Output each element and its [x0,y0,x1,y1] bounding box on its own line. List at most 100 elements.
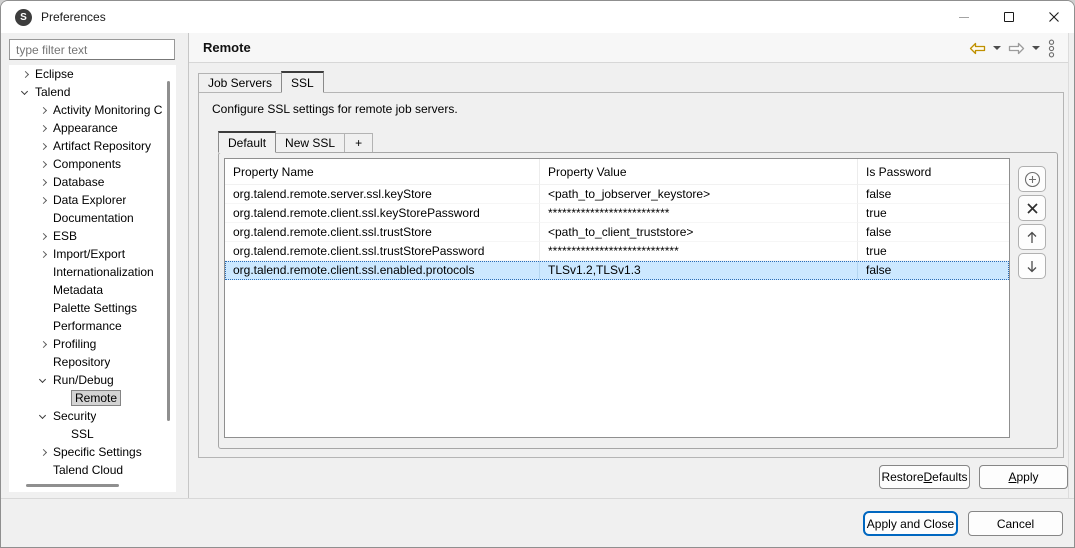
tree-item-activity-monitoring-c[interactable]: Activity Monitoring C [9,101,176,119]
table-row[interactable]: org.talend.remote.client.ssl.enabled.pro… [225,261,1009,280]
tree-item-repository[interactable]: Repository [9,353,176,371]
move-up-button[interactable] [1018,224,1046,250]
tree-item-metadata[interactable]: Metadata [9,281,176,299]
chevron-down-icon[interactable] [39,412,48,421]
tree-item-documentation[interactable]: Documentation [9,209,176,227]
table-header-row: Property Name Property Value Is Password [225,159,1009,185]
table-row[interactable]: org.talend.remote.client.ssl.trustStoreP… [225,242,1009,261]
tree-item-internationalization[interactable]: Internationalization [9,263,176,281]
table-cell: org.talend.remote.client.ssl.enabled.pro… [225,261,540,280]
tree-item-profiling[interactable]: Profiling [9,335,176,353]
talend-logo-icon: S [15,9,32,26]
forward-arrow-icon[interactable] [1008,42,1025,55]
tree-item-palette-settings[interactable]: Palette Settings [9,299,176,317]
table-cell: ************************** [540,204,858,223]
table-cell: <path_to_client_truststore> [540,223,858,242]
window-title: Preferences [41,10,106,24]
apply-button[interactable]: Apply [979,465,1068,489]
preferences-tree[interactable]: Eclipse Talend Activity Monitoring CAppear… [9,65,176,492]
close-button[interactable] [1031,1,1075,33]
header-toolbar [969,33,1056,63]
tab-default[interactable]: Default [218,131,276,153]
tree-item-ssl[interactable]: SSL [9,425,176,443]
tab-new-ssl[interactable]: New SSL [275,133,345,152]
tree-item-label: Talend [35,85,70,99]
forward-history-dropdown-icon[interactable] [1032,46,1040,50]
tree-item-run-debug[interactable]: Run/Debug [9,371,176,389]
table-cell: org.talend.remote.client.ssl.trustStoreP… [225,242,540,261]
tree-item-label: Data Explorer [53,193,126,207]
minimize-button[interactable] [941,1,986,33]
column-header[interactable]: Property Name [225,159,540,185]
tree-item-label: Profiling [53,337,96,351]
tree-item-security[interactable]: Security [9,407,176,425]
tree-item-talend-cloud[interactable]: Talend Cloud [9,461,176,479]
back-arrow-icon[interactable] [969,42,986,55]
restore-defaults-button[interactable]: Restore Defaults [879,465,970,489]
tree-item-label: Security [53,409,96,423]
button-label: Apply and Close [867,517,954,531]
table-cell: true [858,242,1009,261]
tree-item-esb[interactable]: ESB [9,227,176,245]
tab-label: Job Servers [208,76,272,90]
tab-ssl[interactable]: SSL [281,71,324,93]
remove-property-button[interactable] [1018,195,1046,221]
minimize-icon [959,17,969,18]
tree-indent [39,304,48,313]
tree-item-specific-settings[interactable]: Specific Settings [9,443,176,461]
tab-label: New SSL [285,136,335,150]
scrollbar-thumb[interactable] [26,484,119,487]
tree-vertical-scrollbar[interactable] [163,65,174,492]
chevron-down-icon[interactable] [39,376,48,385]
cancel-button[interactable]: Cancel [968,511,1063,536]
column-header[interactable]: Property Value [540,159,858,185]
tree-item-components[interactable]: Components [9,155,176,173]
tree-item-label: Repository [53,355,110,369]
page-title: Remote [203,40,251,55]
table-row[interactable]: org.talend.remote.client.ssl.trustStore<… [225,223,1009,242]
filter-input[interactable] [9,39,175,60]
tree-item-artifact-repository[interactable]: Artifact Repository [9,137,176,155]
button-label: efaults [932,470,967,484]
tree-item-talend[interactable]: Talend [9,83,176,101]
chevron-right-icon[interactable] [39,160,48,169]
plus-icon: + [355,136,362,150]
tree-item-label: Run/Debug [53,373,114,387]
chevron-right-icon[interactable] [39,196,48,205]
tree-item-performance[interactable]: Performance [9,317,176,335]
chevron-right-icon[interactable] [39,106,48,115]
tree-item-database[interactable]: Database [9,173,176,191]
add-property-button[interactable] [1018,166,1046,192]
arrow-up-icon [1025,230,1039,245]
chevron-right-icon[interactable] [39,178,48,187]
view-menu-icon[interactable] [1047,39,1056,58]
chevron-right-icon[interactable] [39,124,48,133]
chevron-right-icon[interactable] [39,232,48,241]
table-row[interactable]: org.talend.remote.server.ssl.keyStore<pa… [225,185,1009,204]
chevron-down-icon[interactable] [21,88,30,97]
tab-job-servers[interactable]: Job Servers [198,73,282,92]
column-header[interactable]: Is Password [858,159,1009,185]
tab-add-new[interactable]: + [344,133,373,152]
tree-indent [39,466,48,475]
properties-table[interactable]: Property Name Property Value Is Password… [224,158,1010,438]
chevron-right-icon[interactable] [39,340,48,349]
tree-item-appearance[interactable]: Appearance [9,119,176,137]
chevron-right-icon[interactable] [39,448,48,457]
chevron-right-icon[interactable] [39,250,48,259]
table-row[interactable]: org.talend.remote.client.ssl.keyStorePas… [225,204,1009,223]
tree-item-eclipse[interactable]: Eclipse [9,65,176,83]
tree-horizontal-scrollbar[interactable] [9,481,159,490]
button-label: pply [1017,470,1039,484]
tree-item-import-export[interactable]: Import/Export [9,245,176,263]
back-history-dropdown-icon[interactable] [993,46,1001,50]
chevron-right-icon[interactable] [39,142,48,151]
maximize-button[interactable] [986,1,1031,33]
chevron-right-icon[interactable] [21,70,30,79]
move-down-button[interactable] [1018,253,1046,279]
tree-item-remote[interactable]: Remote [9,389,176,407]
scrollbar-thumb[interactable] [167,81,170,421]
tree-item-label: Metadata [53,283,103,297]
tree-item-data-explorer[interactable]: Data Explorer [9,191,176,209]
apply-and-close-button[interactable]: Apply and Close [863,511,958,536]
